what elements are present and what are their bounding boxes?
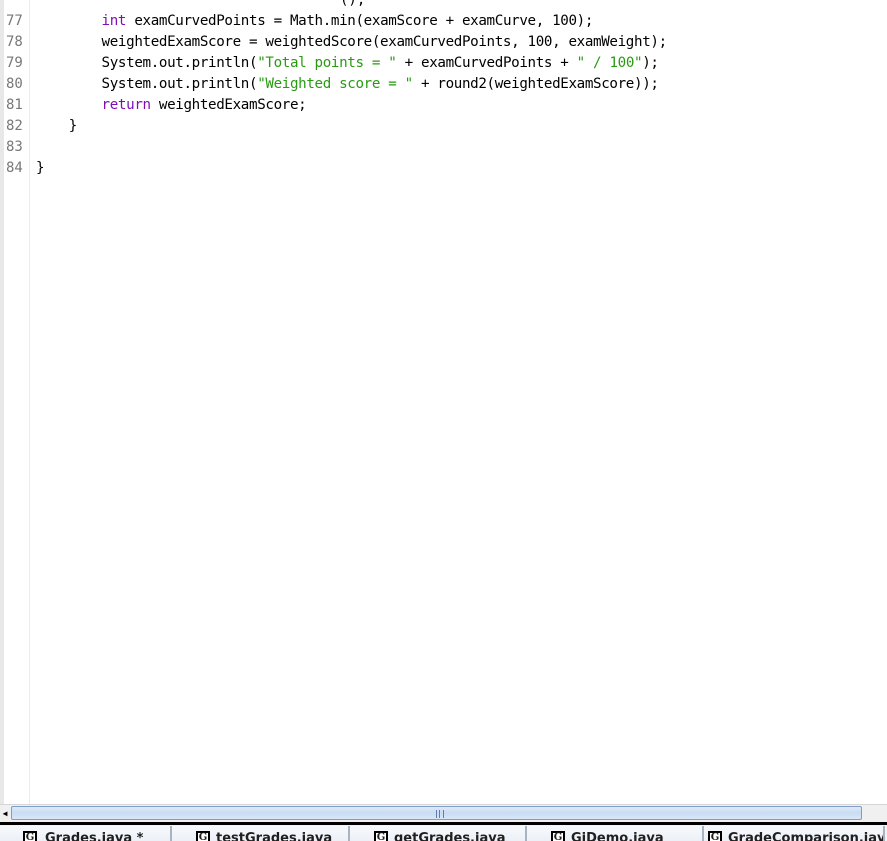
horizontal-scrollbar[interactable]: ◀: [0, 804, 887, 822]
line-number: 84: [6, 160, 23, 176]
code-text: weightedExamScore = weightedScore(examCu…: [36, 32, 668, 53]
code-editor[interactable]: (); 77 int examCurvedPoints = Math.min(e…: [0, 0, 887, 804]
code-text: int examCurvedPoints = Math.min(examScor…: [36, 11, 594, 32]
code-line: 79 System.out.println("Total points = " …: [0, 53, 887, 74]
keyword-token: return: [101, 97, 152, 113]
java-class-icon: G: [374, 831, 388, 841]
code-token: }: [36, 160, 45, 176]
code-line: 80 System.out.println("Weighted score = …: [0, 74, 887, 95]
code-line: 82 }: [0, 116, 887, 137]
code-token: examCurvedPoints = Math.min(examScore + …: [126, 13, 594, 29]
code-text: return weightedExamScore;: [36, 95, 307, 116]
file-tab[interactable]: G GradeComparison.java *: [704, 826, 885, 841]
string-token: "Total points = ": [257, 55, 397, 71]
line-number: 80: [6, 76, 23, 92]
partial-line-text: ();: [340, 0, 366, 8]
code-text: }: [36, 158, 45, 179]
string-token: "Weighted score = ": [257, 76, 413, 92]
line-number: 83: [6, 139, 23, 155]
code-text: System.out.println("Weighted score = " +…: [36, 74, 659, 95]
code-token: + round2(weightedExamScore));: [412, 76, 659, 92]
file-tab[interactable]: G Grades.java *: [0, 826, 172, 841]
scrollbar-thumb[interactable]: [11, 806, 862, 820]
java-class-icon: G: [708, 831, 722, 841]
code-token: );: [642, 55, 659, 71]
file-tab[interactable]: G GiDemo.java: [527, 826, 704, 841]
tab-label: testGrades.java: [216, 831, 333, 841]
code-token: weightedExamScore;: [150, 97, 307, 113]
code-area[interactable]: (); 77 int examCurvedPoints = Math.min(e…: [0, 0, 887, 179]
java-class-icon: G: [551, 831, 565, 841]
java-class-icon: G: [196, 831, 210, 841]
string-token: " / 100": [576, 55, 643, 71]
tab-label: GradeComparison.java *: [728, 831, 885, 841]
file-tab-bar: G Grades.java * GtestGrades.java GgetGrades…: [0, 825, 887, 841]
tab-label: getGrades.java: [394, 831, 506, 841]
code-token: System.out.println(: [101, 55, 258, 71]
code-line: 83: [0, 137, 887, 158]
code-line: 84}: [0, 158, 887, 179]
code-line: 77 int examCurvedPoints = Math.min(examS…: [0, 11, 887, 32]
line-number: 81: [6, 97, 23, 113]
code-text: }: [36, 116, 78, 137]
code-text: System.out.println("Total points = " + e…: [36, 53, 659, 74]
keyword-token: int: [101, 13, 127, 29]
scrollbar-grip-icon: [436, 810, 444, 818]
file-tab[interactable]: GgetGrades.java: [350, 826, 527, 841]
java-class-icon: G: [23, 831, 37, 841]
file-tab[interactable]: GtestGrades.java: [172, 826, 350, 841]
line-number: 82: [6, 118, 23, 134]
partial-line: ();: [0, 0, 887, 11]
tab-label: Grades.java *: [45, 831, 144, 841]
code-token: }: [68, 118, 78, 134]
code-line: 81 return weightedExamScore;: [0, 95, 887, 116]
line-number: 79: [6, 55, 23, 71]
code-line: 78 weightedExamScore = weightedScore(exa…: [0, 32, 887, 53]
tab-label: GiDemo.java: [571, 831, 664, 841]
line-number: 77: [6, 13, 23, 29]
code-token: System.out.println(: [101, 76, 258, 92]
code-token: + examCurvedPoints +: [396, 55, 577, 71]
code-token: weightedExamScore = weightedScore(examCu…: [101, 34, 668, 50]
line-number: 78: [6, 34, 23, 50]
scroll-left-arrow-icon[interactable]: ◀: [0, 806, 10, 821]
